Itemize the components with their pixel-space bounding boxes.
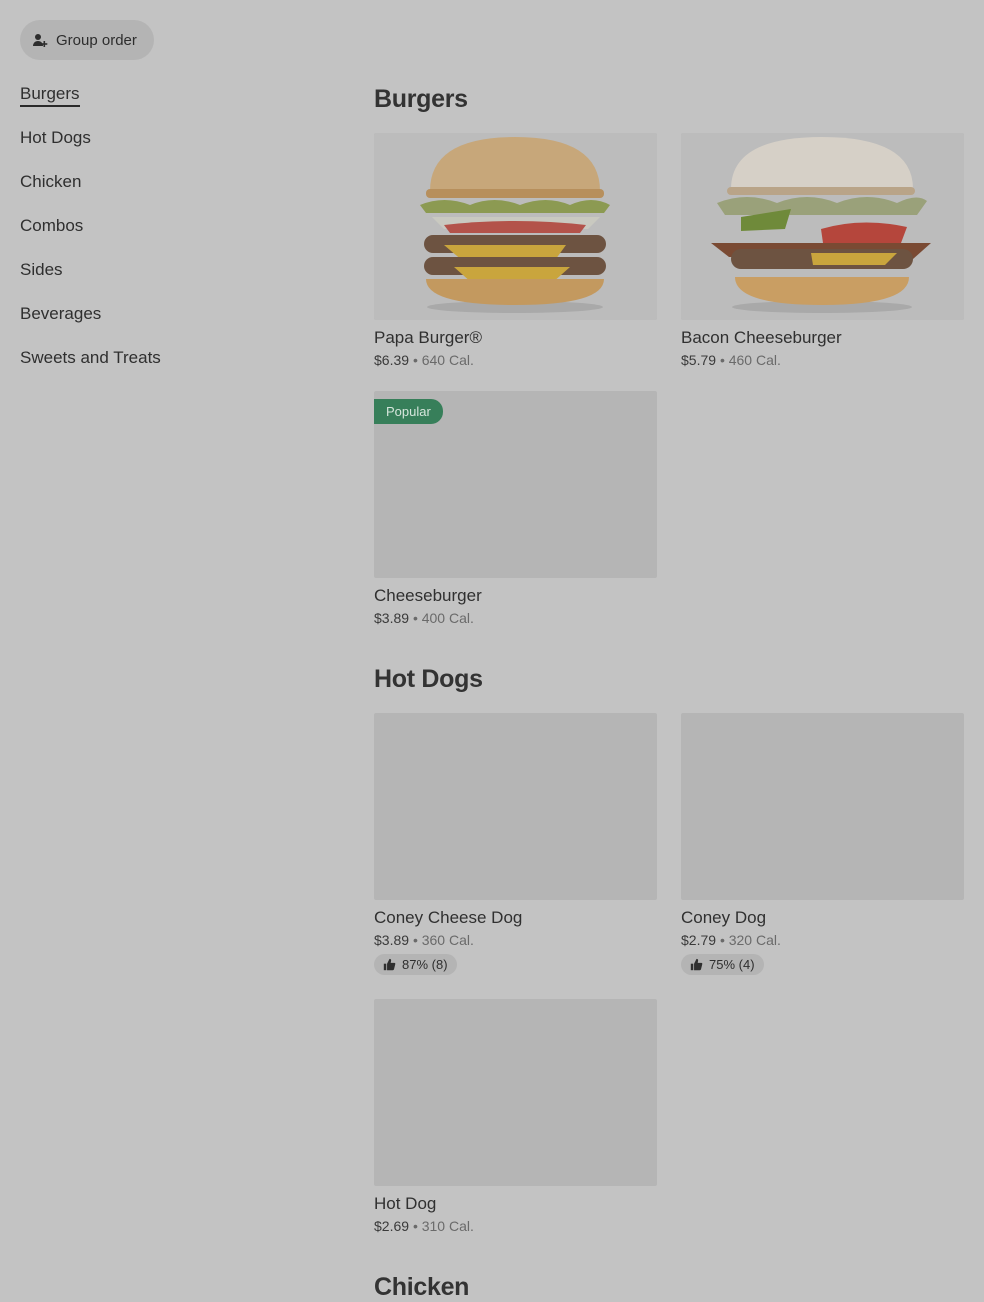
item-name: Papa Burger® (374, 328, 482, 347)
item-name: Hot Dog (374, 1194, 437, 1213)
item-calories: 640 Cal. (421, 352, 474, 368)
sidebar-item-sweets-and-treats[interactable]: Sweets and Treats (20, 344, 320, 388)
separator: • (719, 352, 725, 368)
sidebar-item-sides[interactable]: Sides (20, 256, 320, 300)
rating-text: 87% (8) (402, 957, 448, 972)
item-price-calories: $2.79 • 320 Cal. (681, 932, 964, 948)
bacon-cheeseburger-image (681, 133, 964, 320)
separator: • (719, 932, 725, 948)
item-price: $5.79 (681, 352, 717, 368)
rating-badge: 87% (8) (374, 954, 457, 975)
section-title-burgers: Burgers (374, 85, 468, 113)
rating-badge: 75% (4) (681, 954, 764, 975)
item-price: $3.89 (374, 932, 410, 948)
item-price: $2.69 (374, 1218, 410, 1234)
sidebar-item-combos[interactable]: Combos (20, 212, 320, 256)
item-price: $2.79 (681, 932, 717, 948)
item-price-calories: $2.69 • 310 Cal. (374, 1218, 657, 1234)
popular-badge: Popular (374, 399, 443, 424)
item-price-calories: $3.89 • 360 Cal. (374, 932, 657, 948)
group-order-label: Group order (56, 31, 137, 49)
item-name: Bacon Cheeseburger (681, 328, 842, 347)
item-image (374, 133, 657, 320)
sidebar-item-burgers[interactable]: Burgers (20, 80, 320, 124)
separator: • (412, 1218, 418, 1234)
section-title-chicken: Chicken (374, 1273, 470, 1301)
sidebar-item-hot-dogs[interactable]: Hot Dogs (20, 124, 320, 168)
menu-item-card[interactable]: Papa Burger® $6.39 • 640 Cal. (374, 133, 657, 368)
item-name: Coney Dog (681, 908, 767, 927)
item-calories: 460 Cal. (728, 352, 781, 368)
separator: • (412, 932, 418, 948)
papa-burger-image (374, 133, 657, 320)
item-image-placeholder (374, 713, 657, 900)
menu-item-card[interactable]: Bacon Cheeseburger $5.79 • 460 Cal. (681, 133, 964, 368)
item-price: $3.89 (374, 610, 410, 626)
item-image-placeholder (681, 713, 964, 900)
sidebar-item-chicken[interactable]: Chicken (20, 168, 320, 212)
item-price: $6.39 (374, 352, 410, 368)
item-name: Cheeseburger (374, 586, 482, 605)
menu-item-card[interactable]: Coney Dog $2.79 • 320 Cal. 75% (4) (681, 713, 964, 976)
rating-text: 75% (4) (709, 957, 755, 972)
separator: • (412, 610, 418, 626)
sidebar-item-beverages[interactable]: Beverages (20, 300, 320, 344)
menu-item-card[interactable]: Popular Cheeseburger $3.89 • 400 Cal. (374, 391, 657, 626)
item-price-calories: $3.89 • 400 Cal. (374, 610, 657, 626)
item-name: Coney Cheese Dog (374, 908, 523, 927)
separator: • (412, 352, 418, 368)
item-image-placeholder: Popular (374, 391, 657, 578)
category-sidebar: Burgers Hot Dogs Chicken Combos Sides Be… (20, 80, 320, 388)
add-person-icon (33, 34, 48, 47)
item-price-calories: $6.39 • 640 Cal. (374, 352, 657, 368)
item-calories: 360 Cal. (421, 932, 474, 948)
item-calories: 400 Cal. (421, 610, 474, 626)
thumbs-up-icon (690, 958, 703, 971)
menu-item-card[interactable]: Hot Dog $2.69 • 310 Cal. (374, 999, 657, 1234)
group-order-button[interactable]: Group order (20, 20, 154, 60)
thumbs-up-icon (383, 958, 396, 971)
item-image-placeholder (374, 999, 657, 1186)
item-price-calories: $5.79 • 460 Cal. (681, 352, 964, 368)
section-title-hot-dogs: Hot Dogs (374, 665, 483, 693)
item-image (681, 133, 964, 320)
item-calories: 310 Cal. (421, 1218, 474, 1234)
menu-item-card[interactable]: Coney Cheese Dog $3.89 • 360 Cal. 87% (8… (374, 713, 657, 976)
item-calories: 320 Cal. (728, 932, 781, 948)
